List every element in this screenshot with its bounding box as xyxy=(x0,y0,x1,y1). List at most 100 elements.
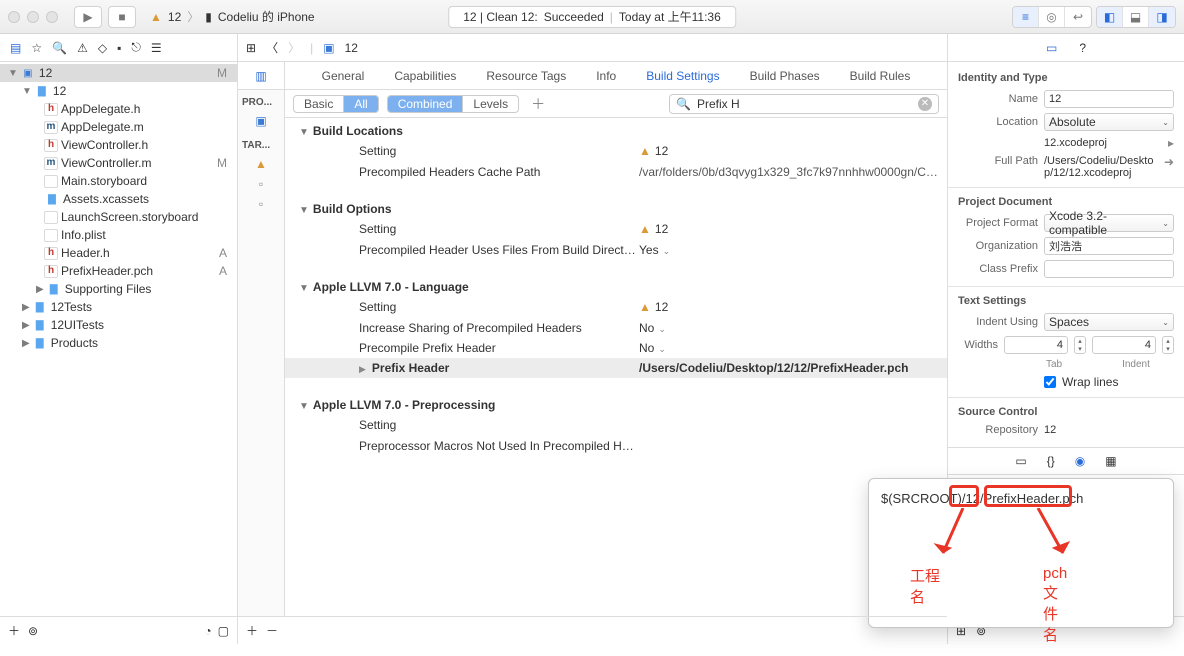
add-icon[interactable]: ＋ xyxy=(8,622,20,639)
min-dot[interactable] xyxy=(27,11,39,23)
scheme-selector[interactable]: ▲ 12 〉 ▮ Codeliu 的 iPhone xyxy=(150,8,315,25)
project-nav-icon[interactable]: ▤ xyxy=(10,41,21,55)
target-uitests[interactable]: ▫ xyxy=(238,194,284,214)
max-dot[interactable] xyxy=(46,11,58,23)
file-row[interactable]: mViewController.mM xyxy=(0,154,237,172)
target-app[interactable]: ▲ xyxy=(238,154,284,174)
panels-seg[interactable]: ◧⬓◨ xyxy=(1096,6,1176,28)
setting-row[interactable]: Preprocessor Macros Not Used In Precompi… xyxy=(285,436,947,456)
indent-select[interactable]: Spaces⌄ xyxy=(1044,313,1174,331)
file-row[interactable]: hPrefixHeader.pchA xyxy=(0,262,237,280)
tab-build-phases[interactable]: Build Phases xyxy=(750,69,820,83)
breakpoint-nav-icon[interactable]: ⎋ xyxy=(131,40,141,55)
group-header[interactable]: ▼Apple LLVM 7.0 - Language xyxy=(285,274,947,298)
close-dot[interactable] xyxy=(8,11,20,23)
debug-nav-icon[interactable]: ▪ xyxy=(117,41,121,55)
tab-resource-tags[interactable]: Resource Tags xyxy=(486,69,566,83)
file-inspector-icon[interactable]: ▭ xyxy=(1046,41,1057,55)
settings-table[interactable]: ▼Build Locations Setting▲12 Precompiled … xyxy=(285,118,947,616)
wrap-lines-checkbox[interactable]: Wrap lines xyxy=(1044,375,1174,389)
add-icon[interactable]: ＋ xyxy=(246,622,258,639)
related-icon[interactable]: ⊞ xyxy=(246,41,256,55)
assistant-editor-icon[interactable]: ◎ xyxy=(1039,7,1065,27)
file-row[interactable]: mAppDelegate.m xyxy=(0,118,237,136)
file-row[interactable]: ▇Assets.xcassets xyxy=(0,190,237,208)
file-templates-icon[interactable]: ▭ xyxy=(1015,454,1026,468)
reveal-icon[interactable]: ➜ xyxy=(1164,155,1174,169)
scope-seg[interactable]: BasicAll xyxy=(293,95,379,113)
tab-info[interactable]: Info xyxy=(596,69,616,83)
chevron-down-icon[interactable]: ⌄ xyxy=(663,246,671,256)
find-nav-icon[interactable]: 🔍 xyxy=(52,41,67,55)
file-row[interactable]: LaunchScreen.storyboard xyxy=(0,208,237,226)
group-row[interactable]: ▶▇Supporting Files xyxy=(0,280,237,298)
bottom-panel-icon[interactable]: ⬓ xyxy=(1123,7,1149,27)
group-row[interactable]: ▼▇12 xyxy=(0,82,237,100)
group-header[interactable]: ▼Build Locations xyxy=(285,118,947,142)
version-editor-icon[interactable]: ↩ xyxy=(1065,7,1091,27)
recent-icon[interactable]: ◔ xyxy=(204,624,211,638)
group-row[interactable]: ▶▇12Tests xyxy=(0,298,237,316)
format-select[interactable]: Xcode 3.2-compatible⌄ xyxy=(1044,214,1174,232)
chevron-right-icon[interactable]: ▶ xyxy=(359,364,366,374)
tab-build-rules[interactable]: Build Rules xyxy=(850,69,911,83)
right-panel-icon[interactable]: ◨ xyxy=(1149,7,1175,27)
object-library-icon[interactable]: ◉ xyxy=(1075,454,1085,468)
file-row[interactable]: hHeader.hA xyxy=(0,244,237,262)
symbol-nav-icon[interactable]: ☆ xyxy=(31,41,42,55)
view-levels[interactable]: Levels xyxy=(463,96,518,112)
view-seg[interactable]: CombinedLevels xyxy=(387,95,519,113)
location-select[interactable]: Absolute⌄ xyxy=(1044,113,1174,131)
chevron-down-icon[interactable]: ⌄ xyxy=(658,324,666,334)
settings-search-input[interactable] xyxy=(697,97,912,111)
group-header[interactable]: ▼Build Options xyxy=(285,196,947,220)
issue-nav-icon[interactable]: ⚠ xyxy=(77,41,88,55)
setting-row[interactable]: Precompiled Header Uses Files From Build… xyxy=(285,240,947,260)
filter-icon[interactable]: ⊚ xyxy=(28,624,38,638)
name-field[interactable]: 12 xyxy=(1044,90,1174,108)
tab-build-settings[interactable]: Build Settings xyxy=(646,69,719,83)
tab-general[interactable]: General xyxy=(322,69,365,83)
indent-stepper[interactable]: ▴▾ xyxy=(1162,336,1174,354)
org-field[interactable]: 刘浩浩 xyxy=(1044,237,1174,255)
run-button[interactable]: ▶ xyxy=(74,6,102,28)
file-row[interactable]: Main.storyboard xyxy=(0,172,237,190)
target-tests[interactable]: ▫ xyxy=(238,174,284,194)
scope-basic[interactable]: Basic xyxy=(294,96,344,112)
project-tree[interactable]: ▼▣12M ▼▇12 hAppDelegate.h mAppDelegate.m… xyxy=(0,62,237,616)
tab-capabilities[interactable]: Capabilities xyxy=(394,69,456,83)
tab-stepper[interactable]: ▴▾ xyxy=(1074,336,1086,354)
report-nav-icon[interactable]: ☰ xyxy=(151,41,162,55)
setting-row[interactable]: Precompile Prefix HeaderNo⌄ xyxy=(285,338,947,358)
scope-all[interactable]: All xyxy=(344,96,377,112)
file-row[interactable]: Info.plist xyxy=(0,226,237,244)
clear-search-icon[interactable]: ✕ xyxy=(918,97,932,111)
chevron-down-icon[interactable]: ⌄ xyxy=(658,344,666,354)
tab-width-field[interactable]: 4 xyxy=(1004,336,1068,354)
choose-path-icon[interactable]: ▸ xyxy=(1168,136,1174,150)
jump-path[interactable]: 12 xyxy=(345,41,358,55)
standard-editor-icon[interactable]: ≡ xyxy=(1013,7,1039,27)
left-panel-icon[interactable]: ◧ xyxy=(1097,7,1123,27)
back-icon[interactable]: 〈 xyxy=(266,39,278,56)
stop-button[interactable]: ■ xyxy=(108,6,136,28)
code-snippets-icon[interactable]: {} xyxy=(1047,454,1055,468)
group-row[interactable]: ▶▇Products xyxy=(0,334,237,352)
add-setting-icon[interactable]: ＋ xyxy=(531,94,545,114)
indent-width-field[interactable]: 4 xyxy=(1092,336,1156,354)
group-row[interactable]: ▶▇12UITests xyxy=(0,316,237,334)
settings-search[interactable]: 🔍 ✕ xyxy=(669,94,939,114)
file-row[interactable]: hAppDelegate.h xyxy=(0,100,237,118)
view-combined[interactable]: Combined xyxy=(388,96,464,112)
group-header[interactable]: ▼Apple LLVM 7.0 - Preprocessing xyxy=(285,392,947,416)
forward-icon[interactable]: 〉 xyxy=(288,39,300,56)
test-nav-icon[interactable]: ◇ xyxy=(98,41,107,55)
outline-toggle-icon[interactable]: ▥ xyxy=(238,62,285,90)
setting-row[interactable]: Increase Sharing of Precompiled HeadersN… xyxy=(285,318,947,338)
setting-row[interactable]: Precompiled Headers Cache Path/var/folde… xyxy=(285,162,947,182)
remove-icon[interactable]: － xyxy=(266,622,278,639)
setting-row-prefix-header[interactable]: ▶Prefix Header/Users/Codeliu/Desktop/12/… xyxy=(285,358,947,378)
editor-mode-seg[interactable]: ≡◎↩ xyxy=(1012,6,1092,28)
project-item[interactable]: ▣ xyxy=(238,111,284,131)
file-row[interactable]: hViewController.h xyxy=(0,136,237,154)
